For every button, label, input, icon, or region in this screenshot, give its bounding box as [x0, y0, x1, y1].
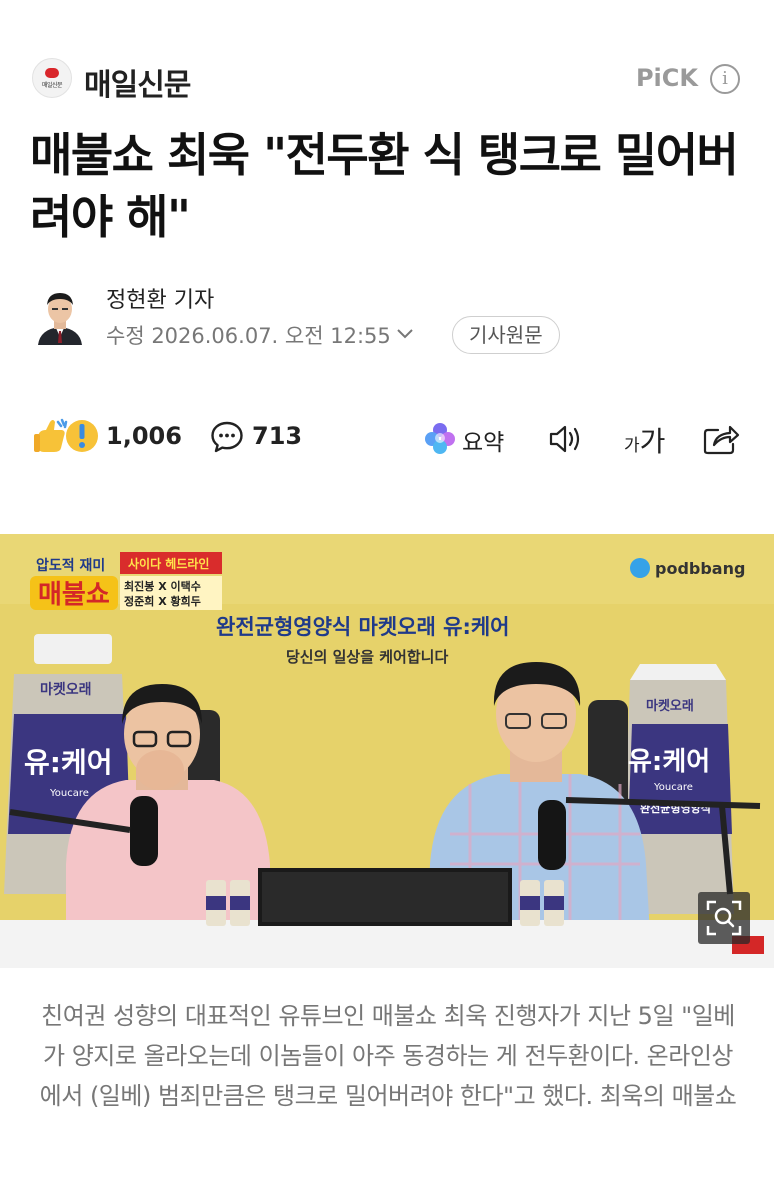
chevron-down-icon[interactable] [397, 324, 413, 343]
banner-line-2: 당신의 일상을 케어합니다 [286, 648, 448, 666]
photo-caption: 친여권 성향의 대표적인 유튜브인 매불쇼 최욱 진행자가 지난 5일 "일베가… [39, 1002, 737, 1110]
font-small-glyph: 가 [624, 436, 640, 456]
share-icon[interactable] [702, 420, 740, 456]
podcast-brand-text: podbbang [655, 559, 745, 578]
font-large-glyph: 가 [639, 425, 666, 458]
zoom-image-button[interactable] [698, 892, 750, 944]
pick-badge: PiCK [635, 64, 698, 92]
press-name[interactable]: 매일신문 [84, 60, 191, 104]
cast-line-1: 최진봉 X 이택수 [124, 579, 201, 593]
reaction-count: 1,006 [106, 422, 182, 450]
segment-banner: 사이다 헤드라인 최진봉 X 이택수 정준희 X 황희두 [120, 552, 222, 610]
product-name-left: 유:케어 [24, 746, 112, 779]
show-badge-text: 압도적 재미 [36, 557, 105, 574]
date-text: 수정 2026.06.07. 오전 12:55 [106, 324, 391, 348]
show-title-text: 매불쇼 [38, 580, 110, 610]
comment-icon[interactable] [210, 420, 244, 454]
summary-button[interactable]: 요약 [462, 423, 504, 457]
product-sub-left: Youcare [49, 788, 89, 799]
reaction-emoji-icon[interactable] [34, 416, 98, 456]
product-brand-right: 마켓오래 [646, 698, 694, 714]
product-brand-left: 마켓오래 [40, 681, 92, 698]
product-sub-right: Youcare [653, 782, 693, 793]
product-name-right: 유:케어 [628, 747, 710, 777]
comment-count: 713 [252, 422, 303, 450]
article-date[interactable]: 수정 2026.06.07. 오전 12:55 [106, 320, 413, 350]
info-icon[interactable]: i [710, 64, 740, 94]
speaker-icon[interactable] [548, 422, 584, 456]
cast-line-2: 정준희 X 황희두 [124, 594, 201, 608]
ai-summary-icon[interactable] [424, 422, 456, 454]
font-size-icon[interactable]: 가가 [624, 420, 665, 460]
show-logo: 압도적 재미 매불쇼 [30, 557, 118, 610]
author-avatar[interactable] [34, 285, 86, 345]
action-bar: 1,006 713 요약 가가 [0, 410, 774, 470]
article-photo[interactable]: 압도적 재미 매불쇼 사이다 헤드라인 최진봉 X 이택수 정준희 X 황희두 … [0, 534, 774, 968]
original-article-button[interactable]: 기사원문 [452, 316, 560, 354]
press-logo-icon[interactable]: 매일신문 [32, 58, 72, 98]
banner-line-1: 완전균형영양식 마켓오래 유:케어 [216, 615, 510, 639]
author-name[interactable]: 정현환 기자 [106, 282, 214, 314]
segment-title-text: 사이다 헤드라인 [128, 556, 209, 571]
top-bar: 매일신문 매일신문 PiCK i [0, 0, 774, 120]
zoom-icon [706, 900, 742, 936]
article-headline: 매불쇼 최욱 "전두환 식 탱크로 밀어버려야 해" [30, 128, 739, 244]
